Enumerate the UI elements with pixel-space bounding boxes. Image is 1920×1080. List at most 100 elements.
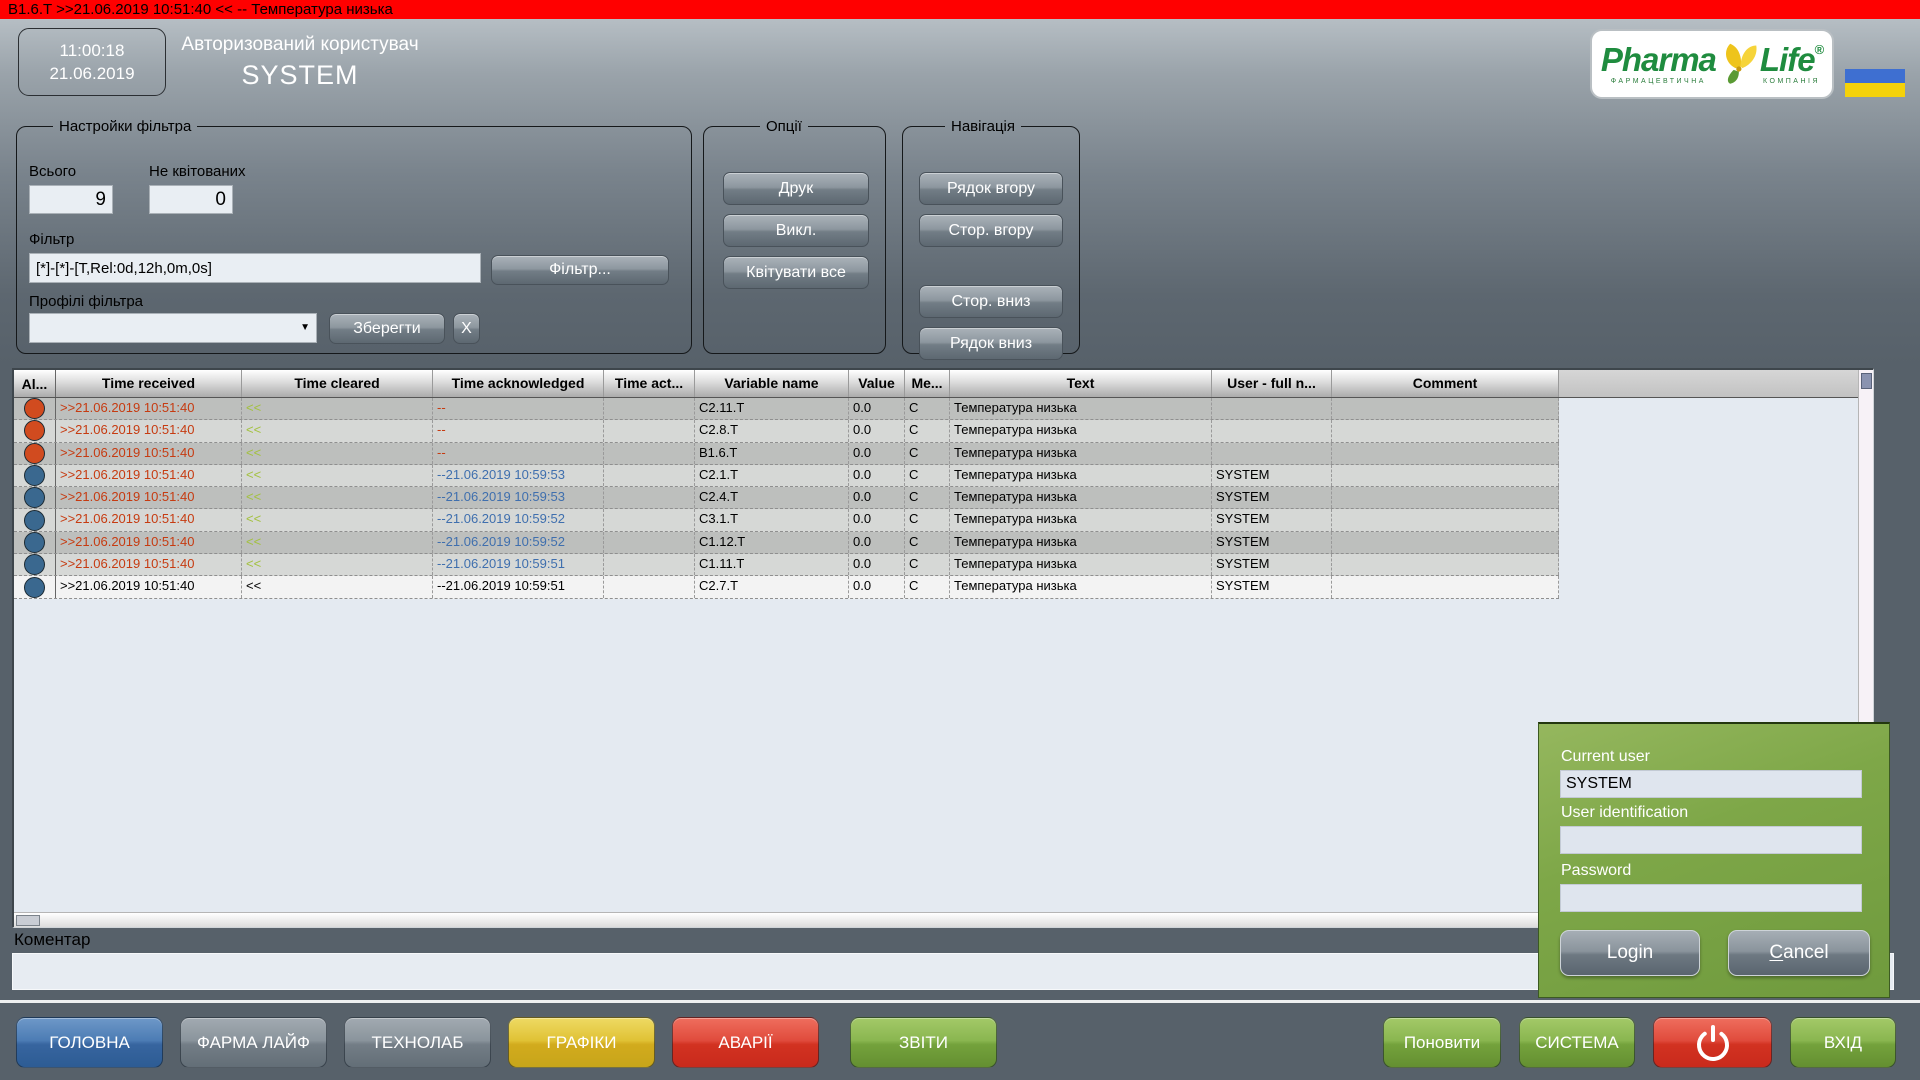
column-header-cleared[interactable]: Time cleared	[242, 370, 433, 397]
table-row[interactable]: >>21.06.2019 10:51:40<<--21.06.2019 10:5…	[14, 554, 1559, 576]
cancel-button[interactable]: Cancel	[1728, 930, 1870, 976]
column-header-text[interactable]: Text	[950, 370, 1212, 397]
column-header-value[interactable]: Value	[849, 370, 905, 397]
column-header-user[interactable]: User - full n...	[1212, 370, 1332, 397]
vertical-scrollbar-thumb[interactable]	[1861, 373, 1872, 389]
chevron-down-icon[interactable]: ▼	[300, 322, 310, 333]
toolbar-button-фарма-лайф[interactable]: ФАРМА ЛАЙФ	[180, 1017, 327, 1068]
total-label: Всього	[29, 163, 76, 180]
toolbar-button-аварії[interactable]: АВАРІЇ	[672, 1017, 819, 1068]
page-down-button[interactable]: Стор. вниз	[919, 285, 1063, 318]
print-button[interactable]: Друк	[723, 172, 869, 205]
cell-act	[604, 420, 695, 441]
cell-cleared: <<	[242, 465, 433, 486]
password-input[interactable]	[1560, 884, 1862, 912]
cell-act	[604, 487, 695, 508]
toolbar-button-технолаб[interactable]: ТЕХНОЛАБ	[344, 1017, 491, 1068]
column-header-comment[interactable]: Comment	[1332, 370, 1559, 397]
cell-act	[604, 465, 695, 486]
cell-variable: C2.7.T	[695, 576, 849, 597]
table-row[interactable]: >>21.06.2019 10:51:40<<--C2.11.T0.0CТемп…	[14, 398, 1559, 420]
row-up-button[interactable]: Рядок вгору	[919, 172, 1063, 205]
horizontal-scrollbar-thumb[interactable]	[16, 915, 40, 926]
alarm-indicator-blue	[24, 465, 45, 486]
cell-cleared: <<	[242, 398, 433, 419]
cell-value: 0.0	[849, 576, 905, 597]
cell-ind	[14, 532, 56, 553]
column-header-ind[interactable]: Al...	[14, 370, 56, 397]
toolbar-button-графіки[interactable]: ГРАФІКИ	[508, 1017, 655, 1068]
toolbar-button-головна[interactable]: ГОЛОВНА	[16, 1017, 163, 1068]
cell-ind	[14, 576, 56, 597]
toolbar-button-поновити[interactable]: Поновити	[1383, 1017, 1501, 1068]
cell-act	[604, 398, 695, 419]
column-header-variable[interactable]: Variable name	[695, 370, 849, 397]
cell-me: C	[905, 398, 950, 419]
cell-comment	[1332, 420, 1559, 441]
filter-dialog-button[interactable]: Фільтр...	[491, 255, 669, 285]
cell-text: Температура низька	[950, 443, 1212, 464]
cell-cleared: <<	[242, 532, 433, 553]
cell-text: Температура низька	[950, 554, 1212, 575]
delete-profile-button[interactable]: X	[453, 313, 480, 344]
cell-user: SYSTEM	[1212, 487, 1332, 508]
cell-received: >>21.06.2019 10:51:40	[56, 465, 242, 486]
cell-received: >>21.06.2019 10:51:40	[56, 576, 242, 597]
authorized-user-name: SYSTEM	[150, 60, 450, 91]
cell-value: 0.0	[849, 554, 905, 575]
alarm-indicator-blue	[24, 577, 45, 598]
cell-ind	[14, 487, 56, 508]
cell-received: >>21.06.2019 10:51:40	[56, 420, 242, 441]
user-identification-label: User identification	[1561, 804, 1688, 822]
table-row[interactable]: >>21.06.2019 10:51:40<<--B1.6.T0.0CТемпе…	[14, 443, 1559, 465]
table-row[interactable]: >>21.06.2019 10:51:40<<--C2.8.T0.0CТемпе…	[14, 420, 1559, 442]
cell-value: 0.0	[849, 532, 905, 553]
cell-me: C	[905, 487, 950, 508]
page-up-button[interactable]: Стор. вгору	[919, 214, 1063, 247]
row-down-button[interactable]: Рядок вниз	[919, 327, 1063, 360]
column-header-received[interactable]: Time received	[56, 370, 242, 397]
column-header-acked[interactable]: Time acknowledged	[433, 370, 604, 397]
cell-user	[1212, 420, 1332, 441]
acknowledge-all-button[interactable]: Квітувати все	[723, 256, 869, 289]
comment-label: Коментар	[14, 930, 90, 950]
alarm-indicator-blue	[24, 554, 45, 575]
cell-user: SYSTEM	[1212, 576, 1332, 597]
cell-acked: --	[433, 443, 604, 464]
table-row[interactable]: >>21.06.2019 10:51:40<<--21.06.2019 10:5…	[14, 576, 1559, 598]
toolbar-button-система[interactable]: СИСТЕМА	[1519, 1017, 1635, 1068]
login-dialog: Current user User identification Passwor…	[1538, 722, 1890, 998]
save-profile-button[interactable]: Зберегти	[329, 313, 445, 344]
login-button[interactable]: Login	[1560, 930, 1700, 976]
table-row[interactable]: >>21.06.2019 10:51:40<<--21.06.2019 10:5…	[14, 487, 1559, 509]
toolbar-button-вхід[interactable]: ВХІД	[1790, 1017, 1896, 1068]
cell-ind	[14, 420, 56, 441]
toolbar-button-звіти[interactable]: ЗВІТИ	[850, 1017, 997, 1068]
cell-comment	[1332, 443, 1559, 464]
table-row[interactable]: >>21.06.2019 10:51:40<<--21.06.2019 10:5…	[14, 465, 1559, 487]
cell-me: C	[905, 443, 950, 464]
cell-variable: B1.6.T	[695, 443, 849, 464]
toolbar-button-power[interactable]	[1653, 1017, 1772, 1068]
table-row[interactable]: >>21.06.2019 10:51:40<<--21.06.2019 10:5…	[14, 532, 1559, 554]
cell-text: Температура низька	[950, 576, 1212, 597]
cell-ind	[14, 465, 56, 486]
table-row[interactable]: >>21.06.2019 10:51:40<<--21.06.2019 10:5…	[14, 509, 1559, 531]
cell-value: 0.0	[849, 443, 905, 464]
filter-profiles-combobox[interactable]: ▼	[29, 313, 317, 343]
cell-me: C	[905, 509, 950, 530]
alarm-indicator-blue	[24, 487, 45, 508]
cell-variable: C2.1.T	[695, 465, 849, 486]
navigation-title: Навігація	[945, 118, 1021, 135]
user-identification-input[interactable]	[1560, 826, 1862, 854]
logo-word-life: Life®	[1760, 43, 1823, 76]
cell-received: >>21.06.2019 10:51:40	[56, 398, 242, 419]
filter-expression-input[interactable]	[29, 253, 481, 283]
cell-cleared: <<	[242, 420, 433, 441]
column-header-act[interactable]: Time act...	[604, 370, 695, 397]
cell-comment	[1332, 465, 1559, 486]
cell-acked: --21.06.2019 10:59:52	[433, 532, 604, 553]
column-header-me[interactable]: Me...	[905, 370, 950, 397]
clock-date: 21.06.2019	[19, 64, 165, 84]
off-button[interactable]: Викл.	[723, 214, 869, 247]
